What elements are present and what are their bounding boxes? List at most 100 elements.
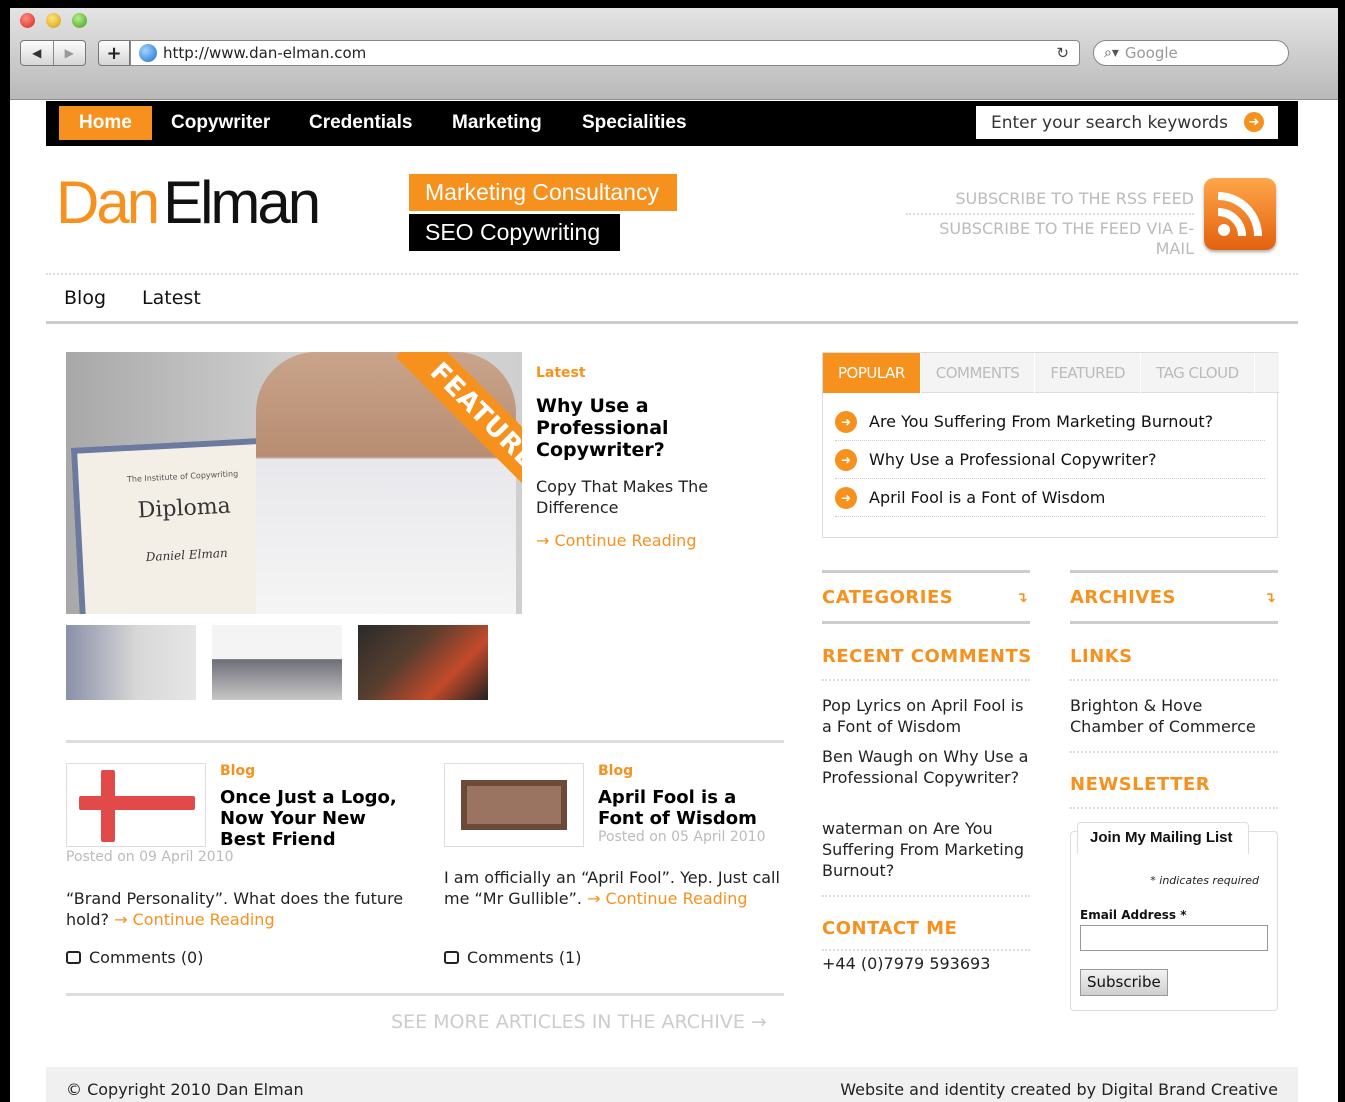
divider: [822, 621, 1030, 624]
recent-comment-3[interactable]: waterman on Are You Suffering From Marke…: [822, 818, 1030, 881]
divider: [906, 213, 1194, 215]
tab-featured[interactable]: FEATURED: [1035, 353, 1142, 393]
thumbnail-1[interactable]: [66, 625, 196, 700]
post-date: Posted on 05 April 2010: [598, 829, 766, 845]
post-category[interactable]: Blog: [598, 763, 633, 779]
post-comments-link[interactable]: Comments (1): [444, 948, 581, 967]
logo-first-name: Dan: [56, 169, 160, 236]
divider: [1070, 751, 1278, 753]
post-excerpt: “Brand Personality”. What does the futur…: [66, 888, 406, 930]
archives-heading[interactable]: ARCHIVES: [1070, 587, 1176, 608]
email-feed-link[interactable]: SUBSCRIBE TO THE FEED VIA E-MAIL: [926, 219, 1194, 259]
site-search-placeholder: Enter your search keywords: [991, 112, 1228, 133]
post-title[interactable]: Once Just a Logo, Now Your New Best Frie…: [220, 787, 400, 850]
chamber-link[interactable]: Brighton & Hove Chamber of Commerce: [1070, 695, 1278, 737]
post-continue-link[interactable]: → Continue Reading: [587, 889, 747, 908]
categories-heading[interactable]: CATEGORIES: [822, 587, 953, 608]
featured-continue-link[interactable]: → Continue Reading: [536, 531, 696, 550]
nav-marketing[interactable]: Marketing: [452, 106, 542, 140]
nav-specialities[interactable]: Specialities: [582, 106, 687, 140]
post-category[interactable]: Blog: [220, 763, 255, 779]
post-comments-count: Comments (0): [89, 948, 204, 967]
bullet-arrow-icon: ➜: [835, 410, 857, 433]
post-continue-link[interactable]: → Continue Reading: [114, 910, 274, 929]
featured-title[interactable]: Why Use a Professional Copywriter?: [536, 395, 716, 461]
divider: [1070, 621, 1278, 624]
mailing-list-tab[interactable]: Join My Mailing List: [1077, 822, 1249, 854]
bullet-arrow-icon: ➜: [835, 448, 857, 471]
recent-comment-1[interactable]: Pop Lyrics on April Fool is a Font of Wi…: [822, 695, 1030, 737]
dropdown-arrow-icon[interactable]: ↴: [1016, 590, 1028, 606]
divider: [822, 570, 1030, 573]
forward-arrow-icon[interactable]: ▶: [52, 41, 86, 65]
bullet-arrow-icon: ➜: [835, 486, 857, 509]
list-item[interactable]: ➜ Are You Suffering From Marketing Burnou…: [835, 403, 1265, 441]
nav-credentials[interactable]: Credentials: [309, 106, 412, 140]
copyright-text: © Copyright 2010 Dan Elman: [66, 1080, 304, 1099]
divider: [822, 679, 1030, 681]
recent-comments-heading: RECENT COMMENTS: [822, 646, 1032, 667]
tagline-seo: SEO Copywriting: [409, 214, 620, 251]
add-bookmark-button[interactable]: +: [98, 40, 130, 66]
contact-phone: +44 (0)7979 593693: [822, 954, 991, 973]
nav-home[interactable]: Home: [59, 106, 152, 140]
back-arrow-icon[interactable]: ◀: [21, 41, 53, 65]
browser-toolbar: ◀ ▶ + http://www.dan-elman.com ↻ ⌕▾ Goog…: [10, 8, 1338, 100]
archive-link[interactable]: SEE MORE ARTICLES IN THE ARCHIVE →: [391, 1011, 767, 1033]
reload-icon[interactable]: ↻: [1056, 44, 1069, 62]
post-comments-count: Comments (1): [467, 948, 582, 967]
email-field[interactable]: [1080, 925, 1268, 951]
featured-subtitle: Copy That Makes The Difference: [536, 477, 709, 517]
browser-search-field[interactable]: ⌕▾ Google: [1093, 40, 1289, 66]
zoom-window-button[interactable]: [72, 13, 87, 28]
list-item-label: April Fool is a Font of Wisdom: [869, 488, 1106, 507]
list-item[interactable]: ➜ April Fool is a Font of Wisdom: [835, 479, 1265, 517]
email-label: Email Address *: [1080, 908, 1187, 922]
required-note: * indicates required: [1150, 874, 1259, 887]
list-item-label: Why Use a Professional Copywriter?: [869, 450, 1157, 469]
divider: [1070, 570, 1278, 573]
dropdown-arrow-icon[interactable]: ↴: [1264, 590, 1276, 606]
popular-list: ➜ Are You Suffering From Marketing Burnou…: [835, 403, 1265, 517]
featured-image[interactable]: The Institute of Copywriting Diploma Dan…: [66, 352, 522, 614]
rss-feed-link[interactable]: SUBSCRIBE TO THE RSS FEED: [906, 189, 1194, 208]
divider: [822, 895, 1030, 897]
post-thumbnail[interactable]: [66, 763, 206, 847]
tab-comments[interactable]: COMMENTS: [921, 353, 1036, 393]
search-icon: ⌕▾: [1104, 45, 1119, 61]
credit-link[interactable]: Website and identity created by Digital …: [840, 1067, 1278, 1102]
logo-last-name: Elman: [163, 169, 321, 236]
post-date: Posted on 09 April 2010: [66, 849, 234, 865]
site-search-input[interactable]: Enter your search keywords ➜: [976, 106, 1278, 139]
recent-comment-2[interactable]: Ben Waugh on Why Use a Professional Copy…: [822, 746, 1030, 788]
tagline-marketing: Marketing Consultancy: [409, 174, 677, 211]
list-item-label: Are You Suffering From Marketing Burnout…: [869, 412, 1214, 431]
post-title[interactable]: April Fool is a Font of Wisdom: [598, 787, 778, 829]
post-comments-link[interactable]: Comments (0): [66, 948, 203, 967]
mailing-list-form: Join My Mailing List * indicates require…: [1070, 822, 1278, 1011]
thumbnail-2[interactable]: [212, 625, 342, 700]
close-window-button[interactable]: [20, 13, 35, 28]
tab-tag-cloud[interactable]: TAG CLOUD: [1141, 353, 1255, 393]
site-logo[interactable]: Dan Elman: [56, 173, 321, 233]
browser-window: ◀ ▶ + http://www.dan-elman.com ↻ ⌕▾ Goog…: [10, 8, 1338, 1102]
list-item[interactable]: ➜ Why Use a Professional Copywriter?: [835, 441, 1265, 479]
divider: [66, 993, 784, 996]
rss-icon[interactable]: [1204, 178, 1276, 250]
post-thumbnail[interactable]: [444, 763, 584, 847]
minimize-window-button[interactable]: [46, 13, 61, 28]
address-bar[interactable]: http://www.dan-elman.com ↻: [130, 40, 1080, 66]
tab-popular[interactable]: POPULAR: [823, 353, 921, 393]
newsletter-heading: NEWSLETTER: [1070, 774, 1211, 795]
subscribe-button[interactable]: Subscribe: [1080, 969, 1168, 996]
main-navigation: Home Copywriter Credentials Marketing Sp…: [46, 101, 1298, 146]
thumbnail-3[interactable]: [358, 625, 488, 700]
footer: © Copyright 2010 Dan Elman Website and i…: [46, 1067, 1298, 1102]
search-go-icon[interactable]: ➜: [1244, 112, 1264, 132]
featured-category[interactable]: Latest: [536, 365, 586, 381]
comment-bubble-icon: [444, 951, 459, 964]
subnav-latest[interactable]: Latest: [142, 287, 201, 309]
nav-copywriter[interactable]: Copywriter: [171, 106, 270, 140]
subnav-blog[interactable]: Blog: [64, 287, 106, 309]
post-excerpt: I am officially an “April Fool”. Yep. Ju…: [444, 867, 784, 909]
